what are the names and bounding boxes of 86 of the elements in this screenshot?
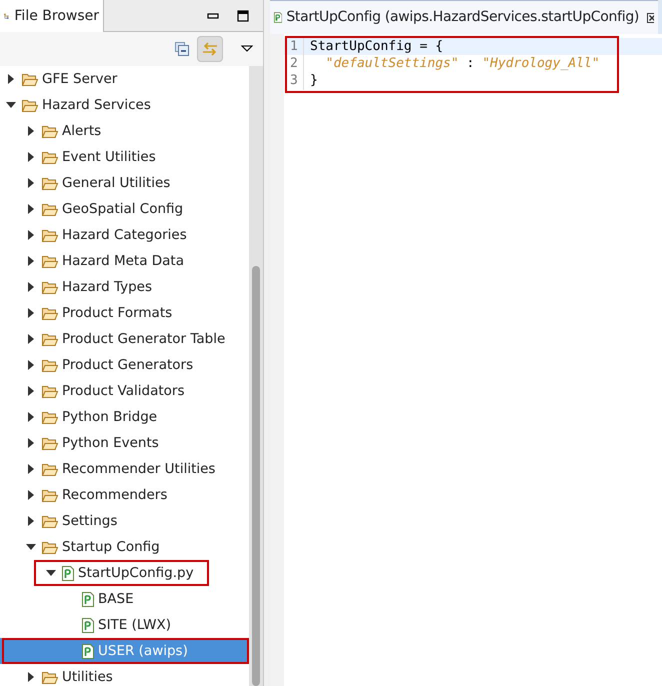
python-file-icon: [82, 644, 94, 658]
tree-item-label[interactable]: SITE (LWX): [98, 614, 172, 636]
python-file-icon: [82, 618, 94, 632]
folder-icon: [22, 98, 38, 112]
tree-item-label[interactable]: Python Events: [62, 432, 159, 454]
tree-item-label[interactable]: StartUpConfig.py: [78, 562, 194, 584]
folder-icon: [42, 332, 58, 346]
editor-tab[interactable]: StartUpConfig (awips.HazardServices.startUpConfig): [270, 0, 658, 34]
tree-item-label[interactable]: Recommender Utilities: [62, 458, 216, 480]
tree-item-label[interactable]: Hazard Categories: [62, 224, 187, 246]
tree-item-label[interactable]: GeoSpatial Config: [62, 198, 184, 220]
collapsed-arrow-icon[interactable]: [28, 282, 34, 292]
code-line: StartUpConfig = {: [310, 38, 444, 56]
collapsed-arrow-icon[interactable]: [28, 126, 34, 136]
folder-icon: [42, 202, 58, 216]
tree-item-label[interactable]: Hazard Types: [62, 276, 152, 298]
folder-icon: [22, 72, 38, 86]
minimize-icon[interactable]: [207, 12, 219, 18]
folder-icon: [42, 384, 58, 398]
expanded-arrow-icon[interactable]: [6, 102, 16, 108]
maximize-icon[interactable]: [237, 10, 249, 22]
folder-icon: [42, 254, 58, 268]
panel-tab[interactable]: File Browser: [0, 0, 104, 32]
collapsed-arrow-icon[interactable]: [28, 672, 34, 682]
tree-item-label[interactable]: Recommenders: [62, 484, 168, 506]
folder-icon: [42, 150, 58, 164]
collapsed-arrow-icon[interactable]: [28, 516, 34, 526]
expanded-arrow-icon[interactable]: [46, 570, 56, 576]
folder-icon: [42, 670, 58, 684]
folder-icon: [42, 514, 58, 528]
folder-icon: [42, 306, 58, 320]
python-file-icon: [82, 592, 94, 606]
collapsed-arrow-icon[interactable]: [8, 74, 14, 84]
tree-item-label[interactable]: Python Bridge: [62, 406, 158, 428]
collapsed-arrow-icon[interactable]: [28, 230, 34, 240]
folder-icon: [42, 176, 58, 190]
tree-item-label[interactable]: Product Formats: [62, 302, 172, 324]
collapsed-arrow-icon[interactable]: [28, 360, 34, 370]
editor-tab-title: StartUpConfig (awips.HazardServices.startUpConfig): [286, 8, 640, 27]
tree-item-label[interactable]: Utilities: [62, 666, 113, 686]
collapsed-arrow-icon[interactable]: [28, 308, 34, 318]
python-file-icon: [274, 10, 282, 25]
dropdown-icon[interactable]: [241, 45, 253, 53]
tree-item-label[interactable]: Product Generator Table: [62, 328, 226, 350]
close-icon[interactable]: [647, 12, 654, 22]
tree-item-label[interactable]: BASE: [98, 588, 134, 610]
folder-icon: [42, 436, 58, 450]
collapsed-arrow-icon[interactable]: [28, 204, 34, 214]
python-file-icon: [62, 566, 74, 580]
tree-item-label[interactable]: Startup Config: [62, 536, 160, 558]
collapsed-arrow-icon[interactable]: [28, 152, 34, 162]
folder-icon: [42, 228, 58, 242]
tree-item-label[interactable]: GFE Server: [42, 68, 118, 90]
tree-item-label[interactable]: Hazard Services: [42, 94, 151, 116]
collapsed-arrow-icon[interactable]: [28, 178, 34, 188]
folder-icon: [42, 280, 58, 294]
line-number: 1: [284, 36, 304, 56]
collapsed-arrow-icon[interactable]: [28, 412, 34, 422]
collapsed-arrow-icon[interactable]: [28, 334, 34, 344]
scrollbar-thumb[interactable]: [252, 266, 260, 686]
folder-icon: [42, 358, 58, 372]
tree-item-label[interactable]: Alerts: [62, 120, 102, 142]
tree-item-label[interactable]: Hazard Meta Data: [62, 250, 184, 272]
panel-title: File Browser: [14, 6, 99, 26]
collapse-all-icon[interactable]: [175, 42, 189, 56]
folder-icon: [42, 410, 58, 424]
expanded-arrow-icon[interactable]: [26, 544, 36, 550]
folder-icon: [42, 462, 58, 476]
folder-icon: [42, 488, 58, 502]
tree-item-label[interactable]: Event Utilities: [62, 146, 156, 168]
tree-item-label[interactable]: General Utilities: [62, 172, 170, 194]
folder-icon: [42, 540, 58, 554]
tree-item-label[interactable]: Product Validators: [62, 380, 184, 402]
collapsed-arrow-icon[interactable]: [28, 464, 34, 474]
folder-icon: [42, 124, 58, 138]
tree-item-label[interactable]: Product Generators: [62, 354, 194, 376]
collapsed-arrow-icon[interactable]: [28, 490, 34, 500]
collapsed-arrow-icon[interactable]: [28, 386, 34, 396]
swap-arrows-icon: [202, 42, 218, 56]
line-number: 2: [284, 54, 304, 74]
code-line: "defaultSettings" : "Hydrology_All": [324, 54, 600, 73]
line-number: 3: [284, 70, 304, 90]
collapsed-arrow-icon[interactable]: [28, 438, 34, 448]
collapsed-arrow-icon[interactable]: [28, 256, 34, 266]
code-line: }: [310, 72, 318, 90]
tree-item-label[interactable]: Settings: [62, 510, 118, 532]
